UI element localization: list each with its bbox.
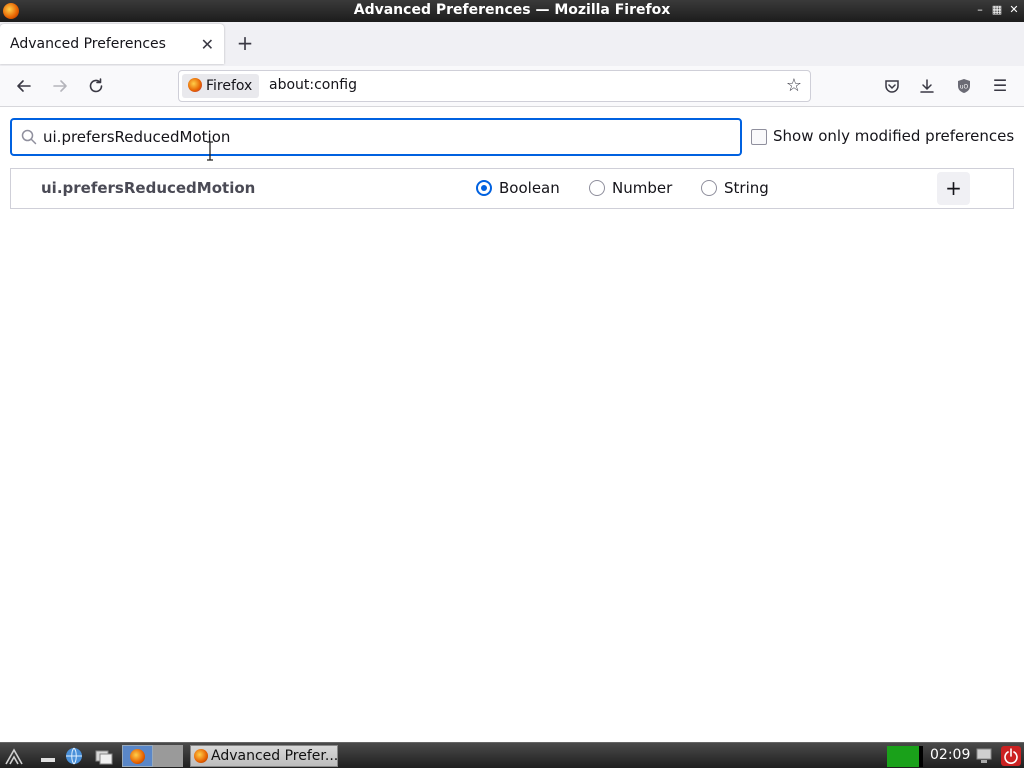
firefox-launcher-button[interactable] bbox=[122, 745, 153, 767]
svg-text:uO: uO bbox=[960, 84, 969, 91]
preference-name: ui.prefersReducedMotion bbox=[41, 179, 256, 197]
search-icon bbox=[21, 129, 37, 145]
tab-close-icon[interactable]: ✕ bbox=[201, 35, 214, 54]
type-boolean-label[interactable]: Boolean bbox=[499, 179, 560, 197]
add-preference-button[interactable]: + bbox=[937, 172, 970, 205]
minimize-icon[interactable]: – bbox=[973, 3, 987, 17]
ublock-shield-icon[interactable]: uO bbox=[951, 74, 977, 98]
clock[interactable]: 02:09 bbox=[930, 747, 970, 763]
firefox-launcher-icon bbox=[130, 749, 145, 764]
type-boolean-radio[interactable] bbox=[476, 180, 492, 196]
tab-title: Advanced Preferences bbox=[10, 36, 166, 52]
tab-advanced-preferences[interactable]: Advanced Preferences ✕ bbox=[0, 24, 224, 64]
type-number-radio[interactable] bbox=[589, 180, 605, 196]
tab-strip: Advanced Preferences ✕ + bbox=[0, 22, 1024, 66]
show-modified-label[interactable]: Show only modified preferences bbox=[773, 127, 1014, 145]
search-value: ui.prefersReducedMotion bbox=[43, 128, 231, 146]
firefox-task-icon bbox=[194, 749, 208, 763]
identity-box[interactable]: Firefox bbox=[182, 74, 260, 98]
reload-icon[interactable] bbox=[83, 74, 109, 98]
url-text[interactable]: about:config bbox=[269, 77, 357, 93]
text-cursor-icon bbox=[207, 141, 213, 161]
identity-label: Firefox bbox=[206, 78, 253, 94]
workspace-pager[interactable] bbox=[153, 745, 183, 767]
type-number-label[interactable]: Number bbox=[612, 179, 672, 197]
bookmark-star-icon[interactable]: ☆ bbox=[782, 74, 806, 98]
window-titlebar: Advanced Preferences — Mozilla Firefox –… bbox=[0, 0, 1024, 22]
type-string-radio[interactable] bbox=[701, 180, 717, 196]
navigation-toolbar: Firefox about:config ☆ uO ☰ bbox=[0, 66, 1024, 107]
network-tray-icon[interactable] bbox=[974, 746, 994, 766]
show-modified-checkbox[interactable] bbox=[751, 129, 767, 145]
close-icon[interactable]: ✕ bbox=[1007, 3, 1021, 17]
file-manager-launcher-icon[interactable] bbox=[94, 746, 114, 766]
power-icon bbox=[1004, 748, 1018, 764]
web-browser-launcher-icon[interactable] bbox=[64, 746, 84, 766]
hamburger-menu-icon[interactable]: ☰ bbox=[987, 74, 1013, 98]
taskbar: Advanced Prefer... 02:09 bbox=[0, 742, 1024, 768]
start-menu-icon[interactable] bbox=[4, 746, 24, 766]
taskbar-window-label: Advanced Prefer... bbox=[211, 748, 338, 764]
firefox-logo-icon bbox=[188, 78, 202, 92]
forward-arrow-icon[interactable] bbox=[47, 74, 73, 98]
new-tab-plus-icon[interactable]: + bbox=[234, 32, 256, 54]
downloads-icon[interactable] bbox=[914, 74, 940, 98]
cpu-monitor-widget bbox=[887, 746, 923, 767]
show-desktop-icon[interactable] bbox=[38, 746, 58, 766]
type-string-label[interactable]: String bbox=[724, 179, 769, 197]
back-arrow-icon[interactable] bbox=[11, 74, 37, 98]
taskbar-window-button[interactable]: Advanced Prefer... bbox=[190, 745, 338, 767]
power-button[interactable] bbox=[1001, 746, 1021, 766]
url-bar[interactable]: Firefox about:config ☆ bbox=[178, 70, 811, 102]
pocket-icon[interactable] bbox=[879, 74, 905, 98]
new-preference-row: ui.prefersReducedMotion Boolean Number S… bbox=[10, 168, 1014, 209]
preference-search-input[interactable]: ui.prefersReducedMotion bbox=[10, 118, 742, 156]
maximize-icon[interactable]: ▦ bbox=[990, 3, 1004, 17]
window-title: Advanced Preferences — Mozilla Firefox bbox=[353, 2, 671, 18]
